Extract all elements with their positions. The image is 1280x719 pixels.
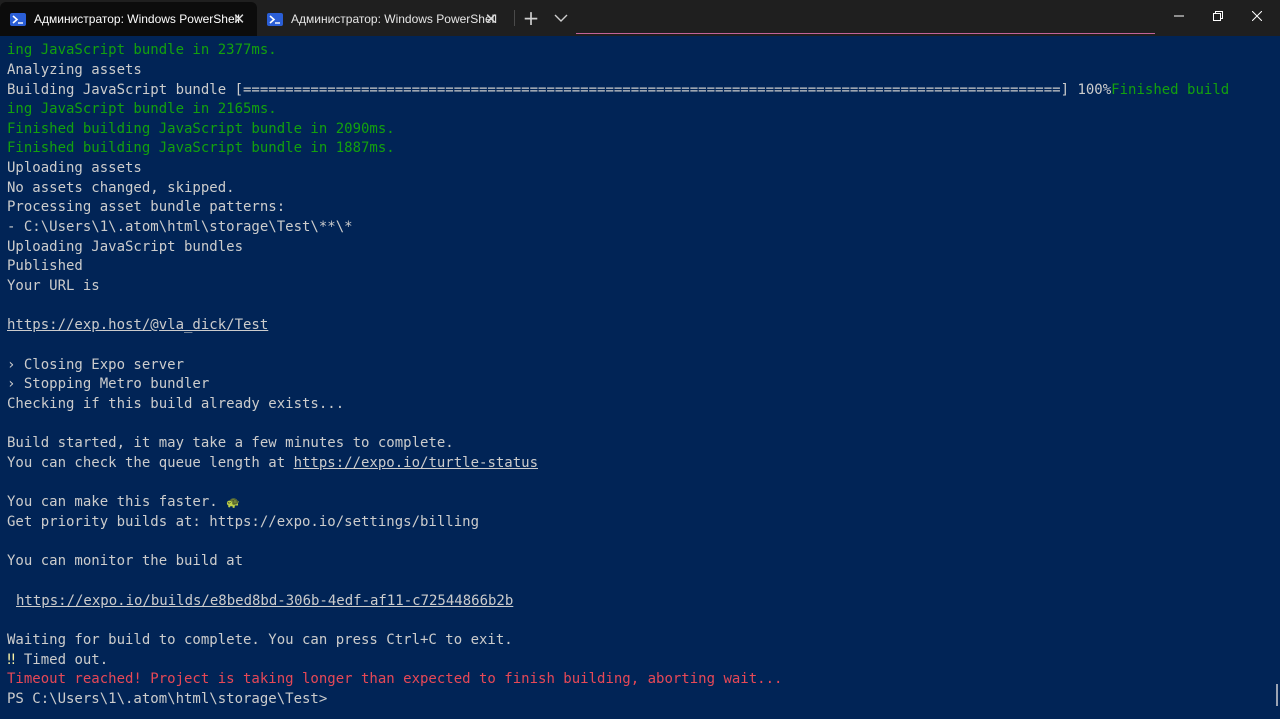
new-tab-button[interactable]: + [518,6,544,30]
output-line: Checking if this build already exists... [7,396,345,412]
output-line: Building JavaScript bundle [============… [7,81,1229,101]
output-line: ing JavaScript bundle in 2165ms. [7,101,277,117]
output-line: Finished building JavaScript bundle in 1… [7,140,395,156]
output-line: Processing asset bundle patterns: [7,199,286,215]
output-line: Uploading JavaScript bundles [7,238,244,255]
tab-title: Администратор: Windows PowerShell [34,12,240,26]
output-line: You can make this faster. 🐢 [7,493,240,513]
output-line: › Stopping Metro bundler [7,376,210,392]
output-line: Your URL is [7,278,100,294]
output-line: Build started, it may take a few minutes… [7,435,454,451]
close-tab-icon[interactable]: ✕ [231,11,247,27]
tab-divider [514,10,515,26]
output-line: You can monitor the build at [7,553,244,569]
close-window-button[interactable] [1234,0,1280,32]
turtle-status-link[interactable]: https://expo.io/turtle-status [294,455,538,471]
output-line: Analyzing assets [7,62,142,78]
progress-text: Building JavaScript bundle [============… [7,81,1112,98]
output-text: Timed out. [15,651,109,668]
output-text: Finished build [1111,81,1230,98]
error-line: Timeout reached! Project is taking longe… [7,671,783,687]
output-line: Published [7,258,83,274]
prompt-line[interactable]: PS C:\Users\1\.atom\html\storage\Test> [7,690,327,710]
powershell-icon [267,12,283,26]
build-url-link[interactable]: https://expo.io/builds/e8bed8bd-306b-4ed… [16,592,513,612]
output-line: - C:\Users\1\.atom\html\storage\Test\**\… [7,219,353,235]
tab-dropdown-button[interactable] [550,6,572,30]
powershell-icon [10,12,26,26]
output-text: You can make this faster. [7,494,227,510]
minimize-icon [1174,15,1184,17]
output-line: Waiting for build to complete. You can p… [7,632,513,648]
tab-powershell-1[interactable]: Администратор: Windows PowerShell ✕ [0,2,257,36]
close-tab-icon[interactable]: ✕ [483,11,499,27]
terminal-output[interactable]: ing JavaScript bundle in 2377ms. Analyzi… [0,41,1272,719]
drag-region-accent [576,33,1155,34]
title-bar: Администратор: Windows PowerShell ✕ Адми… [0,0,1280,36]
output-line: Get priority builds at: https://expo.io/… [7,514,480,530]
tab-title: Администратор: Windows PowerShell [291,12,497,26]
project-url-link[interactable]: https://exp.host/@vla_dick/Test [7,316,268,336]
output-line: ‼ Timed out. [7,651,108,671]
output-line: ing JavaScript bundle in 2377ms. [7,42,277,58]
output-text: You can check the queue length at [7,455,294,471]
output-line: › Closing Expo server [7,356,185,373]
restore-icon [1213,11,1223,21]
output-line: You can check the queue length at https:… [7,454,538,474]
output-line: No assets changed, skipped. [7,179,235,196]
turtle-icon: 🐢 [226,496,240,509]
output-line: Finished building JavaScript bundle in 2… [7,120,395,137]
close-icon [1252,11,1262,21]
chevron-down-icon [554,14,568,22]
output-line: Uploading assets [7,160,142,176]
scrollbar-thumb[interactable] [1276,684,1278,706]
tab-powershell-2[interactable]: Администратор: Windows PowerShell ✕ [257,2,509,36]
